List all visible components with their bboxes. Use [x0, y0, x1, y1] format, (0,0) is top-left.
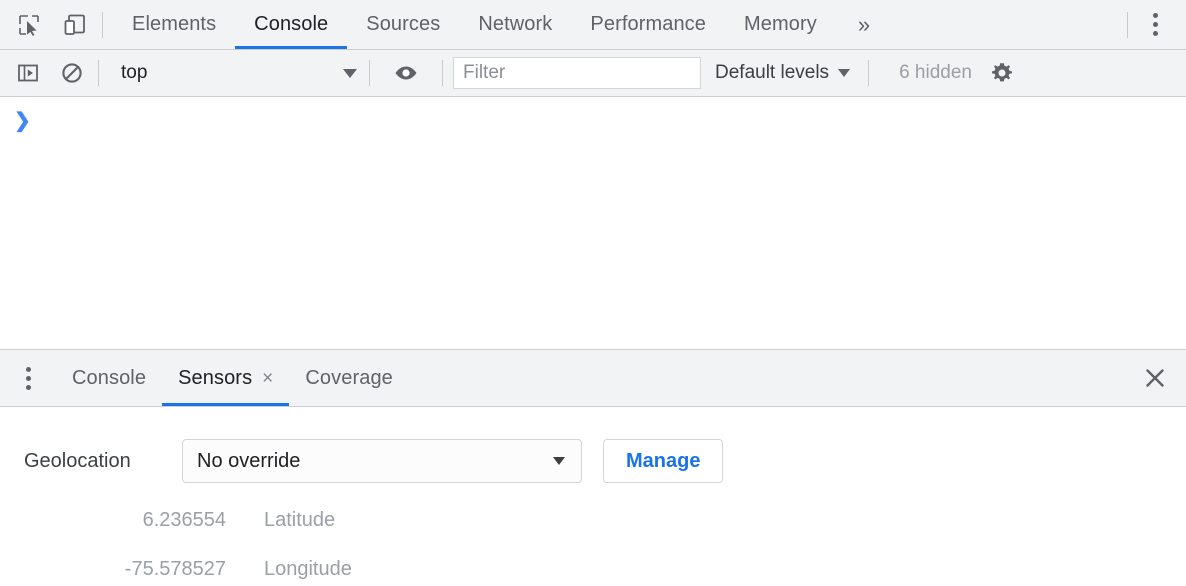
- more-tabs-icon[interactable]: »: [836, 0, 892, 49]
- tab-elements-label: Elements: [132, 13, 216, 36]
- gear-icon[interactable]: [986, 57, 1018, 89]
- log-levels-value: Default levels: [715, 62, 829, 84]
- longitude-row: -75.578527 Longitude: [24, 558, 1186, 581]
- execution-context-value: top: [121, 62, 343, 84]
- tab-memory-label: Memory: [744, 13, 817, 36]
- device-toolbar-icon[interactable]: [58, 8, 92, 42]
- drawer: Console Sensors × Coverage Geolocation: [0, 349, 1186, 586]
- drawer-tab-sensors-close-icon[interactable]: ×: [262, 369, 273, 388]
- tab-network[interactable]: Network: [459, 0, 571, 49]
- inspect-tools-group: [0, 0, 92, 49]
- close-drawer-icon[interactable]: [1124, 350, 1186, 406]
- longitude-label: Longitude: [264, 558, 352, 581]
- main-tabbar: Elements Console Sources Network Perform…: [0, 0, 1186, 50]
- drawer-tab-coverage-label: Coverage: [305, 367, 393, 390]
- console-toolbar-divider-2: [369, 60, 370, 86]
- geolocation-select[interactable]: No override: [182, 439, 582, 483]
- tab-sources-label: Sources: [366, 13, 440, 36]
- drawer-tabbar: Console Sensors × Coverage: [0, 350, 1186, 407]
- console-messages-area[interactable]: ❯: [0, 97, 1186, 349]
- tab-performance-label: Performance: [590, 13, 706, 36]
- drawer-tab-sensors-label: Sensors: [178, 367, 252, 390]
- drawer-kebab-menu-icon[interactable]: [0, 350, 56, 406]
- latitude-row: 6.236554 Latitude: [24, 509, 1186, 532]
- longitude-value[interactable]: -75.578527: [46, 558, 226, 581]
- drawer-tab-console[interactable]: Console: [56, 350, 162, 406]
- tabbar-right-divider: [1127, 12, 1128, 38]
- tab-console[interactable]: Console: [235, 0, 347, 49]
- chevron-down-icon: [838, 69, 850, 77]
- drawer-tab-console-label: Console: [72, 367, 146, 390]
- console-prompt-row[interactable]: ❯: [0, 97, 1186, 137]
- filter-input[interactable]: [453, 57, 701, 89]
- tab-elements[interactable]: Elements: [113, 0, 235, 49]
- drawer-tab-coverage[interactable]: Coverage: [289, 350, 409, 406]
- latitude-value[interactable]: 6.236554: [46, 509, 226, 532]
- geolocation-row: Geolocation No override Manage: [24, 439, 1186, 483]
- live-expression-eye-icon[interactable]: [390, 57, 422, 89]
- sensors-panel: Geolocation No override Manage 6.236554 …: [0, 407, 1186, 586]
- console-prompt-chevron-icon: ❯: [14, 111, 31, 131]
- log-levels-selector[interactable]: Default levels: [701, 62, 862, 84]
- kebab-menu-icon[interactable]: [1138, 8, 1172, 42]
- console-toolbar-divider-1: [98, 60, 99, 86]
- inspect-cursor-icon[interactable]: [12, 8, 46, 42]
- more-tabs-glyph: »: [858, 12, 870, 38]
- chevron-down-icon: [553, 457, 565, 465]
- devtools-window: Elements Console Sources Network Perform…: [0, 0, 1186, 586]
- chevron-down-icon: [343, 69, 357, 78]
- manage-button[interactable]: Manage: [603, 439, 723, 483]
- geolocation-select-value: No override: [197, 450, 553, 473]
- tab-console-label: Console: [254, 13, 328, 36]
- console-toolbar-divider-4: [868, 60, 869, 86]
- console-toolbar-divider-3: [442, 60, 443, 86]
- hidden-messages-count[interactable]: 6 hidden: [879, 62, 986, 84]
- console-toolbar: top Default levels 6 hidden: [0, 50, 1186, 97]
- panel-tabs: Elements Console Sources Network Perform…: [113, 0, 892, 49]
- main-tabbar-right: [1117, 0, 1186, 49]
- clear-console-icon[interactable]: [56, 57, 88, 89]
- tab-network-label: Network: [478, 13, 552, 36]
- console-sidebar-icon[interactable]: [12, 57, 44, 89]
- toolbar-divider: [102, 12, 103, 38]
- drawer-tab-sensors[interactable]: Sensors ×: [162, 350, 289, 406]
- tab-sources[interactable]: Sources: [347, 0, 459, 49]
- latitude-label: Latitude: [264, 509, 335, 532]
- tab-memory[interactable]: Memory: [725, 0, 836, 49]
- geolocation-label: Geolocation: [24, 450, 182, 473]
- execution-context-selector[interactable]: top: [109, 62, 359, 84]
- tab-performance[interactable]: Performance: [571, 0, 725, 49]
